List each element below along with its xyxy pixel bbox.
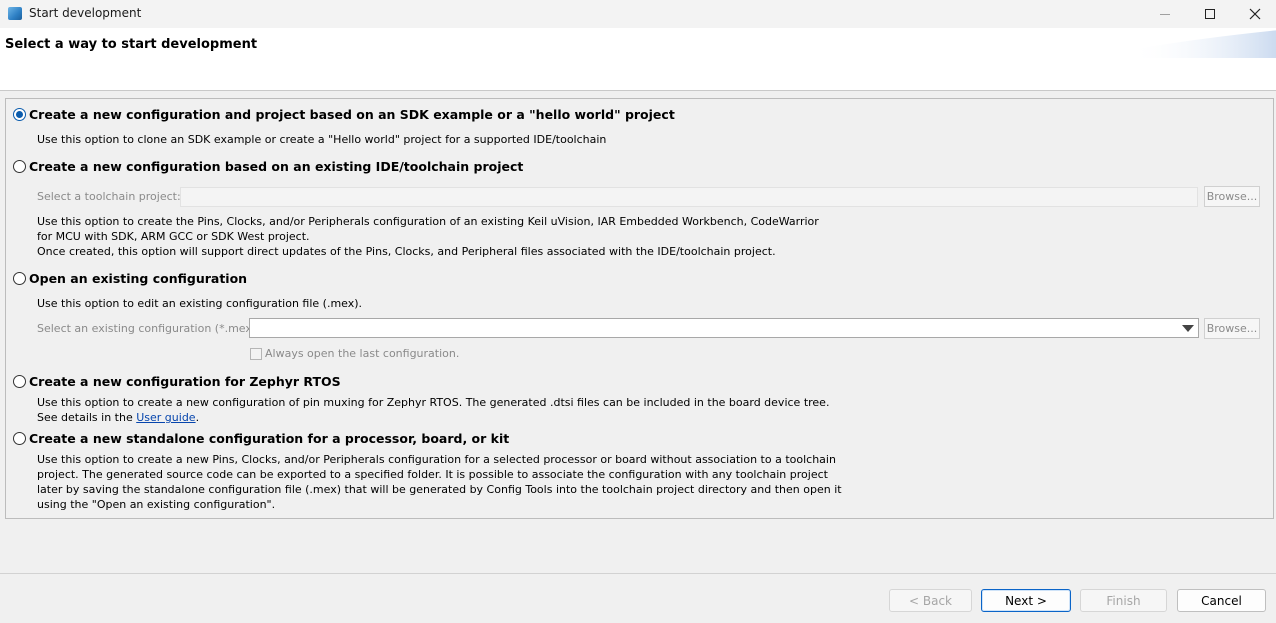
maximize-icon [1205,9,1215,19]
option-description: Use this option to edit an existing conf… [37,297,363,310]
window-title: Start development [29,6,142,20]
option-description: for MCU with SDK, ARM GCC or SDK West pr… [37,230,310,243]
existing-config-label: Select an existing configuration (*.mex) [37,322,257,335]
toolchain-project-label: Select a toolchain project: [37,190,181,203]
always-open-last-row[interactable]: Always open the last configuration. [250,347,459,360]
options-group: Create a new configuration and project b… [5,98,1274,519]
details-suffix: . [195,411,200,424]
minimize-button[interactable] [1142,0,1188,28]
option-description: Use this option to clone an SDK example … [37,133,607,146]
option-open-existing[interactable]: Open an existing configuration [13,271,247,286]
option-description: Use this option to create the Pins, Cloc… [37,215,819,228]
radio-sdk-example[interactable] [13,108,26,121]
option-description: Use this option to create a new configur… [37,396,830,409]
header-banner-graphic [1130,30,1276,58]
back-button[interactable]: < Back [889,589,972,612]
option-description: later by saving the standalone configura… [37,483,842,496]
user-guide-link[interactable]: User guide [136,411,195,424]
title-bar: Start development [0,0,1276,28]
next-button[interactable]: Next > [981,589,1071,612]
toolchain-browse-button[interactable]: Browse... [1204,186,1260,207]
toolchain-project-input[interactable] [180,187,1198,207]
radio-standalone[interactable] [13,432,26,445]
option-label: Create a new configuration and project b… [29,107,675,122]
minimize-icon [1160,13,1170,15]
close-icon [1249,8,1261,20]
config-browse-button[interactable]: Browse... [1204,318,1260,339]
cancel-button[interactable]: Cancel [1177,589,1266,612]
option-description: using the "Open an existing configuratio… [37,498,276,511]
finish-button[interactable]: Finish [1080,589,1167,612]
option-description: project. The generated source code can b… [37,468,828,481]
option-description: Use this option to create a new Pins, Cl… [37,453,836,466]
radio-zephyr[interactable] [13,375,26,388]
option-label: Create a new standalone configuration fo… [29,431,510,446]
radio-open-existing[interactable] [13,272,26,285]
option-label: Open an existing configuration [29,271,248,286]
app-window-icon [8,7,22,20]
always-open-last-checkbox[interactable] [250,347,262,360]
maximize-button[interactable] [1187,0,1233,28]
existing-config-combo[interactable] [249,318,1199,338]
always-open-last-label: Always open the last configuration. [265,347,460,360]
dropdown-arrow-icon[interactable] [1182,325,1194,332]
option-existing-toolchain[interactable]: Create a new configuration based on an e… [13,159,523,174]
option-sdk-example[interactable]: Create a new configuration and project b… [13,107,675,122]
radio-existing-toolchain[interactable] [13,160,26,173]
details-prefix: See details in the [37,411,137,424]
option-standalone[interactable]: Create a new standalone configuration fo… [13,431,509,446]
option-description: Once created, this option will support d… [37,245,776,258]
wizard-header: Select a way to start development [0,28,1276,91]
option-zephyr[interactable]: Create a new configuration for Zephyr RT… [13,374,341,389]
close-button[interactable] [1232,0,1276,28]
option-label: Create a new configuration for Zephyr RT… [29,374,341,389]
option-label: Create a new configuration based on an e… [29,159,524,174]
option-details: See details in the User guide. [37,410,199,425]
page-title: Select a way to start development [5,37,258,52]
footer-divider [0,573,1276,574]
